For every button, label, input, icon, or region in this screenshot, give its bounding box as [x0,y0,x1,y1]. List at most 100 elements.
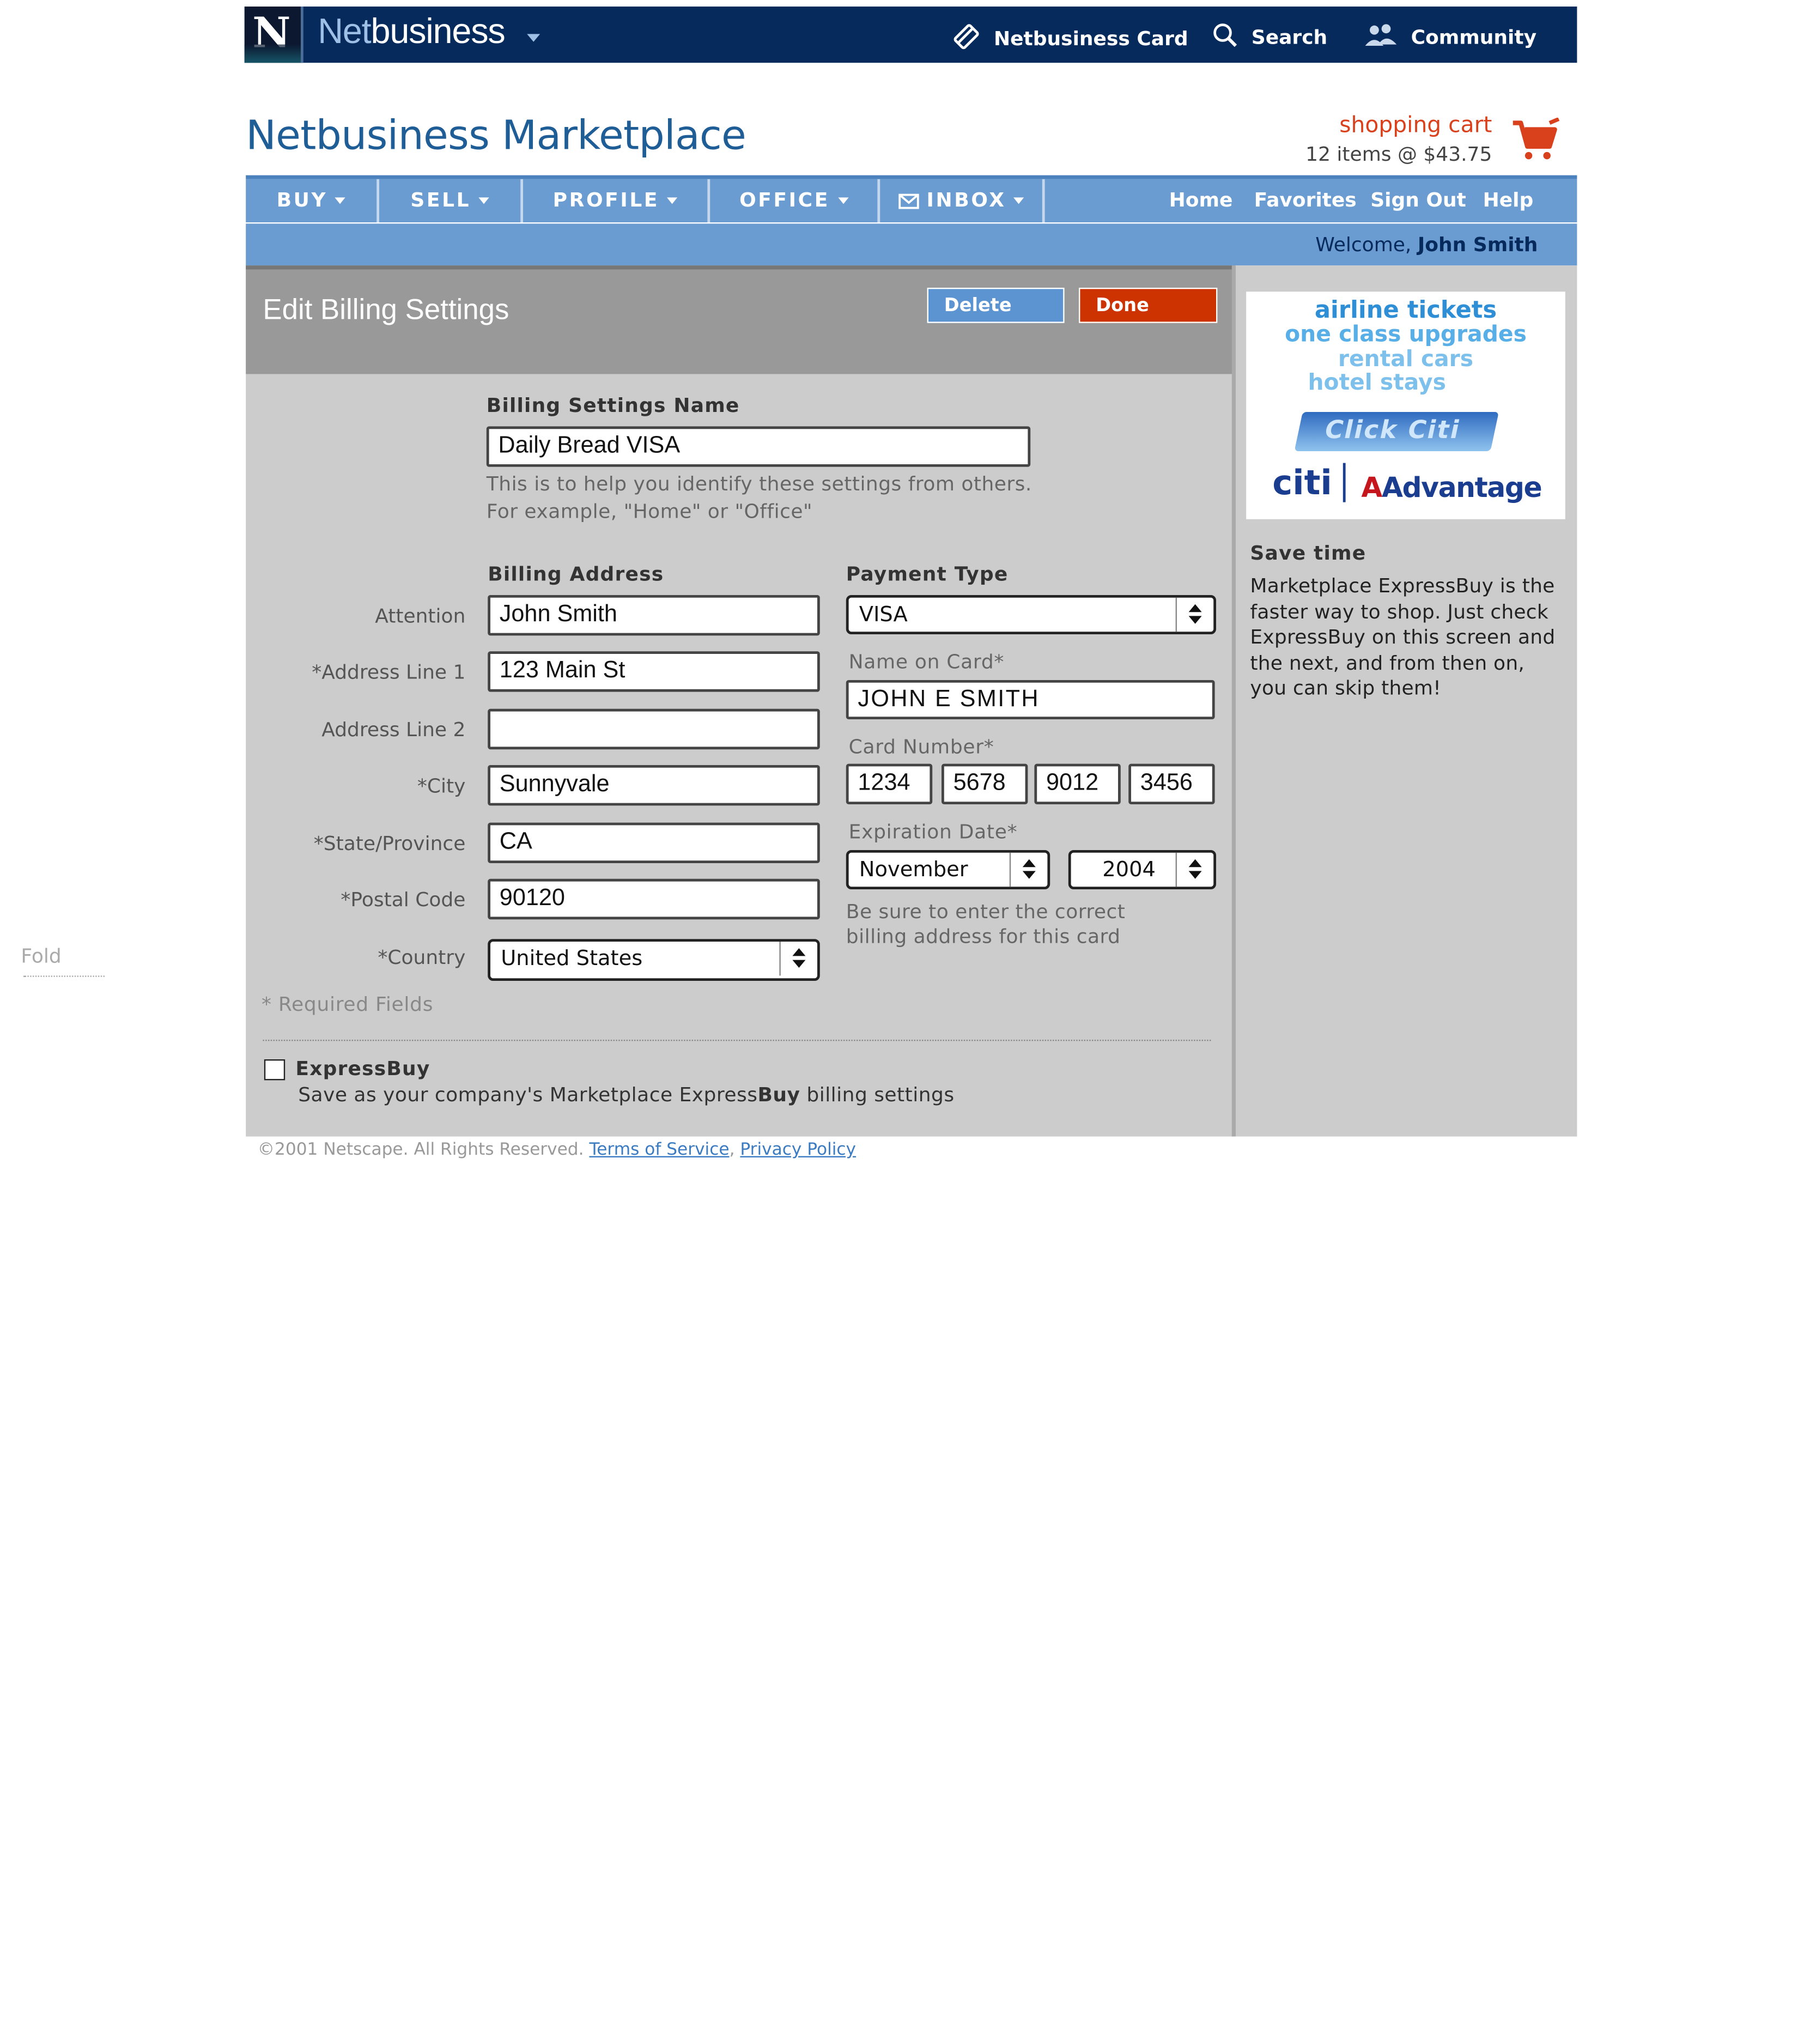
ad-line-1: airline tickets [1314,296,1497,325]
nav-office[interactable]: OFFICE [710,179,877,222]
nav-help-link[interactable]: Help [1483,179,1534,222]
brand-name[interactable]: Netbusiness [318,11,506,52]
brand-suffix: business [371,11,505,51]
fold-line [23,975,105,977]
expressbuy-description: Save as your company's Marketplace Expre… [298,1082,954,1109]
name-on-card-label: Name on Card* [848,650,1005,674]
state-province-input[interactable]: CA [488,822,820,864]
chevron-down-icon [667,197,678,204]
welcome-prefix: Welcome, [1315,233,1412,257]
done-button[interactable]: Done [1079,288,1218,323]
card-hint-2: billing address for this card [846,924,1121,949]
shopping-cart-link[interactable]: shopping cart [1339,112,1492,138]
nav-profile[interactable]: PROFILE [523,179,707,222]
country-select[interactable]: United States [488,939,820,981]
panel-header: Edit Billing Settings Delete Done [246,265,1235,374]
netscape-logo[interactable]: N [244,7,303,63]
aadvantage-text: Advantage [1381,472,1542,504]
expressbuy-text-bold: Buy [757,1083,800,1107]
community-label: Community [1411,25,1537,49]
search-link[interactable]: Search [1212,22,1327,54]
state-province-label: *State/Province [313,832,466,856]
nav-top-line [246,175,1577,179]
page-title: Netbusiness Marketplace [246,112,746,160]
panel-divider [1231,265,1236,1137]
logo-divider [1343,463,1346,502]
card-icon [952,22,981,56]
expiration-year-select[interactable]: 2004 [1068,850,1216,890]
cart-summary: 12 items @ $43.75 [1305,142,1492,166]
ad-card-text: Click Citi [1322,416,1463,445]
card-number-part-4[interactable]: 3456 [1128,763,1215,804]
nav-inbox[interactable]: INBOX [880,179,1042,222]
citi-logo: citi [1272,464,1332,504]
settings-name-hint-1: This is to help you identify these setti… [486,472,1032,496]
postal-code-label: *Postal Code [341,888,466,912]
expiration-year-value: 2004 [1102,857,1156,882]
netbusiness-card-label: Netbusiness Card [994,27,1188,51]
expressbuy-label: ExpressBuy [295,1057,430,1081]
nav-office-label: OFFICE [739,188,830,212]
card-number-label: Card Number* [848,735,994,759]
city-input[interactable]: Sunnyvale [488,765,820,806]
credit-card-image: Click Citi [1294,412,1499,452]
delete-button[interactable]: Delete [927,288,1065,323]
logo-gradient [244,44,301,63]
city-label: *City [417,774,466,798]
nav-home-link[interactable]: Home [1169,179,1233,222]
terms-of-service-link[interactable]: Terms of Service [589,1141,729,1160]
ad-line-4: hotel stays [1308,370,1446,397]
netbusiness-card-link[interactable]: Netbusiness Card [952,22,1188,56]
panel-title: Edit Billing Settings [263,293,509,326]
attention-input[interactable]: John Smith [488,595,820,636]
aadvantage-logo: AAdvantage [1361,472,1542,504]
ad-line-2: one class upgrades [1285,322,1527,348]
expressbuy-text-1: Save as your company's Marketplace Expre… [298,1083,758,1107]
card-number-part-2[interactable]: 5678 [942,763,1028,804]
chevron-down-icon [478,197,489,204]
settings-name-input[interactable]: Daily Bread VISA [486,426,1031,467]
citi-aadvantage-ad[interactable]: airline tickets one class upgrades renta… [1246,292,1565,519]
nav-favorites-link[interactable]: Favorites [1254,179,1357,222]
search-icon [1212,22,1238,54]
settings-name-label: Billing Settings Name [486,393,740,417]
chevron-down-icon [1014,197,1025,204]
nav-buy[interactable]: BUY [246,179,376,222]
expressbuy-text-2: billing settings [800,1083,955,1107]
postal-code-input[interactable]: 90120 [488,878,820,920]
select-arrows-icon [1009,852,1048,887]
sidebar-text: Marketplace ExpressBuy is the faster way… [1250,574,1556,700]
chevron-down-icon [335,197,346,204]
privacy-policy-link[interactable]: Privacy Policy [740,1141,856,1160]
form-separator [263,1040,1211,1041]
name-on-card-input[interactable]: JOHN E SMITH [846,680,1215,719]
footer: ©2001 Netscape. All Rights Reserved. Ter… [257,1140,857,1160]
expiration-date-label: Expiration Date* [848,820,1018,844]
settings-name-hint-2: For example, "Home" or "Office" [486,499,813,524]
nav-buy-label: BUY [276,188,328,212]
expiration-month-select[interactable]: November [846,850,1050,890]
expressbuy-checkbox[interactable] [264,1059,286,1081]
ad-line-3: rental cars [1338,347,1474,373]
shopping-cart-icon[interactable] [1510,117,1560,167]
top-bar: N Netbusiness Netbusiness Card Search Co… [244,7,1577,63]
country-label: *Country [378,945,466,969]
payment-type-select[interactable]: VISA [846,595,1216,634]
chevron-down-icon [837,197,848,204]
nav-sell[interactable]: SELL [379,179,520,222]
user-name: John Smith [1417,233,1538,257]
chevron-down-icon[interactable] [527,34,540,42]
expiration-month-value: November [859,857,968,882]
card-number-part-3[interactable]: 9012 [1034,763,1121,804]
nav-sign-out-link[interactable]: Sign Out [1370,179,1466,222]
card-number-part-1[interactable]: 1234 [846,763,933,804]
welcome-bar: Welcome, John Smith [246,223,1577,266]
address-line-2-input[interactable] [488,708,820,750]
welcome-message: Welcome, John Smith [1315,223,1538,265]
address-line-1-input[interactable]: 123 Main St [488,651,820,692]
required-fields-note: * Required Fields [262,992,434,1016]
community-link[interactable]: Community [1364,22,1536,54]
address-line-1-label: *Address Line 1 [312,660,466,684]
nav-profile-label: PROFILE [552,188,660,212]
aadvantage-a: A [1361,472,1382,504]
